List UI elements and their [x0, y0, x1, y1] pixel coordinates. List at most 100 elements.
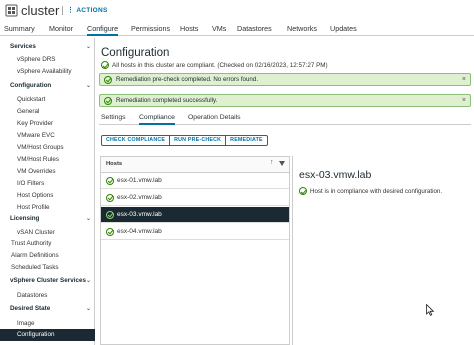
check-circle-icon: [104, 96, 112, 105]
sidebar-item-label: vSAN Cluster: [17, 229, 55, 236]
sidebar-item-trust-authority[interactable]: Trust Authority: [0, 238, 95, 250]
tab-monitor[interactable]: Monitor: [49, 23, 73, 36]
object-header: cluster ⋮ ACTIONS: [0, 0, 474, 22]
page-title: Configuration: [101, 47, 170, 59]
sidebar-item-label: VM Overrides: [17, 168, 56, 175]
tab-settings[interactable]: Settings: [101, 113, 126, 125]
chevron-down-icon: ⌄: [85, 83, 91, 89]
sidebar-section-services[interactable]: Services ⌄: [0, 41, 95, 53]
sidebar-item-key-provider[interactable]: Key Provider: [0, 118, 95, 130]
detail-status-text: Host is in compliance with desired confi…: [310, 187, 443, 195]
close-icon[interactable]: ×: [462, 76, 466, 83]
filter-icon[interactable]: [279, 161, 285, 166]
tab-operation-details[interactable]: Operation Details: [188, 113, 241, 125]
hosts-column-header: Hosts ↑: [101, 157, 289, 173]
sidebar-item-label: Image: [17, 320, 35, 327]
close-icon[interactable]: ×: [462, 97, 466, 104]
cluster-compliance-status: All hosts in this cluster are compliant.…: [101, 61, 328, 69]
sidebar-item-label: Desired State: [10, 305, 51, 312]
sidebar-item-alarm-definitions[interactable]: Alarm Definitions: [0, 250, 95, 262]
sidebar-section-configuration[interactable]: Configuration ⌄: [0, 80, 95, 92]
sidebar-item-label: vSphere Cluster Services: [10, 277, 86, 284]
actions-label: ACTIONS: [76, 6, 108, 14]
sidebar-item-label: Host Options: [17, 192, 54, 199]
sidebar-item-vmware-evc[interactable]: VMware EVC: [0, 130, 95, 142]
sidebar-item-label: VM/Host Groups: [17, 144, 64, 151]
precheck-success-banner: Remediation pre-check completed. No erro…: [99, 73, 471, 86]
check-compliance-button[interactable]: CHECK COMPLIANCE: [102, 136, 171, 145]
sidebar-item-label: Scheduled Tasks: [11, 264, 59, 271]
check-circle-icon: [106, 210, 114, 219]
compliance-status-text: All hosts in this cluster are compliant.…: [112, 61, 328, 69]
check-circle-icon: [101, 61, 109, 69]
sidebar-item-vsphere-drs[interactable]: vSphere DRS: [0, 54, 95, 66]
chevron-down-icon: ⌄: [85, 306, 91, 312]
sidebar-item-quickstart[interactable]: Quickstart: [0, 94, 95, 106]
sidebar-item-label: I/O Filters: [17, 180, 45, 187]
tab-summary[interactable]: Summary: [4, 23, 35, 36]
actions-menu-button[interactable]: ⋮ ACTIONS: [67, 6, 108, 15]
sidebar-item-label: vSphere Availability: [17, 68, 72, 75]
sidebar-item-datastores[interactable]: Datastores: [0, 290, 95, 302]
object-tabs: Summary Monitor Configure Permissions Ho…: [0, 22, 474, 36]
host-row-esx-03[interactable]: esx-03.vmw.lab: [101, 207, 289, 223]
tab-configure[interactable]: Configure: [87, 23, 119, 36]
tab-compliance[interactable]: Compliance: [139, 113, 175, 125]
hosts-list: Hosts ↑ esx-01.vmw.lab esx-02.vmw.lab es…: [100, 156, 290, 345]
sidebar-item-desired-state-configuration[interactable]: Configuration: [0, 329, 95, 341]
tab-hosts[interactable]: Hosts: [180, 23, 198, 36]
detail-host-name: esx-03.vmw.lab: [299, 169, 372, 181]
host-name: esx-02.vmw.lab: [117, 194, 162, 201]
host-row-esx-04[interactable]: esx-04.vmw.lab: [101, 224, 289, 240]
sidebar-item-label: Configuration: [17, 331, 55, 338]
dots-icon: ⋮: [67, 7, 75, 14]
run-precheck-button[interactable]: RUN PRE-CHECK: [170, 136, 227, 145]
tab-updates[interactable]: Updates: [330, 23, 357, 36]
sidebar-item-io-filters[interactable]: I/O Filters: [0, 178, 95, 190]
sidebar-item-label: VM/Host Rules: [17, 156, 59, 163]
sidebar-section-vsphere-cluster-services[interactable]: vSphere Cluster Services ⌄: [0, 275, 95, 287]
sidebar-item-scheduled-tasks[interactable]: Scheduled Tasks: [0, 262, 95, 274]
sort-icon[interactable]: ↑: [270, 159, 274, 166]
tab-datastores[interactable]: Datastores: [237, 23, 272, 36]
tab-vms[interactable]: VMs: [212, 23, 226, 36]
sidebar-item-label: Licensing: [10, 215, 40, 222]
banner-text: Remediation pre-check completed. No erro…: [116, 76, 259, 83]
sidebar-item-label: General: [17, 108, 40, 115]
sidebar-item-label: Services: [10, 43, 36, 50]
sidebar-item-label: Key Provider: [17, 120, 54, 127]
host-detail-panel: esx-03.vmw.lab Host is in compliance wit…: [292, 156, 472, 345]
cursor-icon: [426, 304, 434, 316]
tab-networks[interactable]: Networks: [287, 23, 317, 36]
sidebar-item-label: Datastores: [17, 292, 48, 299]
main-content: Configuration All hosts in this cluster …: [96, 38, 474, 345]
hosts-column-label: Hosts: [106, 161, 123, 167]
configure-sidebar: Services ⌄ vSphere DRS vSphere Availabili…: [0, 38, 95, 345]
sidebar-item-label: Configuration: [10, 82, 52, 89]
host-name: esx-03.vmw.lab: [117, 211, 162, 218]
sidebar-item-host-options[interactable]: Host Options: [0, 190, 95, 202]
sidebar-item-vm-host-rules[interactable]: VM/Host Rules: [0, 154, 95, 166]
remediate-button[interactable]: REMEDIATE: [226, 136, 267, 145]
sidebar-section-licensing[interactable]: Licensing ⌄: [0, 213, 95, 225]
chevron-down-icon: ⌄: [85, 216, 91, 222]
sidebar-item-vsphere-availability[interactable]: vSphere Availability: [0, 66, 95, 78]
sidebar-item-vm-overrides[interactable]: VM Overrides: [0, 166, 95, 178]
subtabs: Settings Compliance Operation Details: [99, 113, 471, 125]
header-divider: [62, 6, 63, 15]
compliance-actions: CHECK COMPLIANCE RUN PRE-CHECK REMEDIATE: [101, 135, 268, 146]
host-row-esx-02[interactable]: esx-02.vmw.lab: [101, 190, 289, 206]
tab-permissions[interactable]: Permissions: [131, 23, 170, 36]
sidebar-item-label: Quickstart: [17, 96, 46, 103]
sidebar-section-desired-state[interactable]: Desired State ⌄: [0, 303, 95, 315]
check-circle-icon: [106, 176, 114, 185]
check-circle-icon: [299, 187, 307, 195]
sidebar-item-label: VMware EVC: [17, 132, 55, 139]
sidebar-item-vm-host-groups[interactable]: VM/Host Groups: [0, 142, 95, 154]
remediation-success-banner: Remediation completed successfully. ×: [99, 94, 471, 107]
host-row-esx-01[interactable]: esx-01.vmw.lab: [101, 173, 289, 189]
banner-text: Remediation completed successfully.: [116, 97, 218, 104]
check-circle-icon: [106, 193, 114, 202]
sidebar-item-general[interactable]: General: [0, 106, 95, 118]
check-circle-icon: [104, 75, 112, 84]
